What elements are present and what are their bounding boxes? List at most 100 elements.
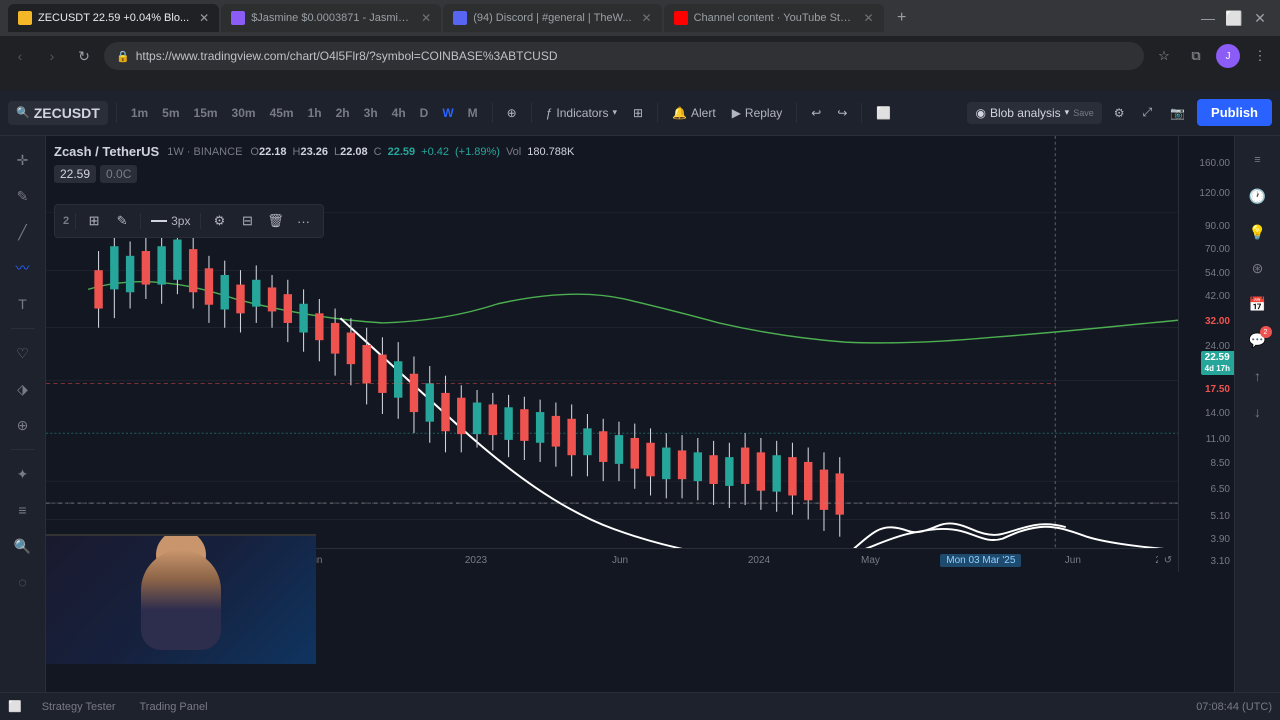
trading-panel-tab[interactable]: Trading Panel	[135, 701, 211, 713]
pattern-tool[interactable]: ♡	[7, 337, 39, 369]
crosshair-tool[interactable]: ✛	[7, 144, 39, 176]
active-tool[interactable]: 🔍	[7, 530, 39, 562]
text-tool[interactable]: T	[7, 288, 39, 320]
alert-button[interactable]: 🔔 Alert	[666, 99, 722, 127]
tf-45m[interactable]: 45m	[264, 103, 300, 123]
profile-button[interactable]: J	[1216, 44, 1240, 68]
draw-counter: 2	[63, 215, 69, 227]
extensions-button[interactable]: ⧉	[1184, 44, 1208, 68]
refresh-button[interactable]: ↻	[72, 44, 96, 68]
calendar-btn[interactable]: 📅	[1242, 288, 1274, 320]
restore-button[interactable]: ⬜	[1222, 6, 1246, 30]
replay-icon: ▶	[732, 106, 741, 120]
tf-4h[interactable]: 4h	[386, 103, 412, 123]
star-button[interactable]: ☆	[1152, 44, 1176, 68]
tf-2h[interactable]: 2h	[330, 103, 356, 123]
tf-15m[interactable]: 15m	[188, 103, 224, 123]
brush-tool[interactable]: 〰	[7, 252, 39, 284]
tab-discord[interactable]: (94) Discord | #general | TheW... ✕	[443, 4, 661, 32]
menu-button[interactable]: ⋮	[1248, 44, 1272, 68]
tf-m[interactable]: M	[462, 103, 484, 123]
publish-button[interactable]: Publish	[1197, 99, 1272, 126]
chevron-down-icon: ▾	[612, 107, 617, 118]
blob-analysis-button[interactable]: ◉ Blob analysis ▾ Save	[967, 102, 1101, 124]
clock-btn[interactable]: 🕐	[1242, 180, 1274, 212]
indicators-button[interactable]: ƒ Indicators ▾	[540, 99, 623, 127]
strategy-tester-tab[interactable]: Strategy Tester	[38, 701, 120, 713]
timeframe-section: 1m 5m 15m 30m 45m 1h 2h 3h 4h D W M	[125, 103, 484, 123]
time-jun-2025: Jun	[1065, 555, 1081, 566]
tf-d[interactable]: D	[414, 103, 435, 123]
symbol-name: ZECUSDT	[34, 105, 100, 121]
arrow-down-btn[interactable]: ↓	[1242, 396, 1274, 428]
tab-label-discord: (94) Discord | #general | TheW...	[473, 12, 631, 24]
back-button[interactable]: ‹	[8, 44, 32, 68]
time-2024: 2024	[748, 555, 770, 566]
chat-btn[interactable]: 💬 2	[1242, 324, 1274, 356]
redo-button[interactable]: ↪	[831, 99, 853, 127]
person-body	[141, 550, 221, 650]
bottom-drawer-btn[interactable]: ⬜	[8, 700, 22, 713]
navigation-bar: ‹ › ↻ 🔒 https://www.tradingview.com/char…	[0, 36, 1280, 76]
tab-close-youtube[interactable]: ✕	[864, 11, 874, 25]
address-bar[interactable]: 🔒 https://www.tradingview.com/chart/O4l5…	[104, 42, 1144, 70]
line-tool[interactable]: ╱	[7, 216, 39, 248]
camera-button[interactable]: 📷	[1164, 99, 1191, 127]
compare-button[interactable]: ⊕	[501, 99, 523, 127]
ohlcv-display: O22.18 H23.26 L22.08 C 22.59 +0.42 (+1.8…	[250, 146, 574, 158]
tab-close-jasmine[interactable]: ✕	[421, 11, 431, 25]
tab-favicon-youtube	[674, 11, 688, 25]
tab-close-zec[interactable]: ✕	[199, 11, 209, 25]
settings-button[interactable]: ⚙	[1108, 99, 1131, 127]
time-jun-2023: Jun	[612, 555, 628, 566]
select-draw-btn[interactable]: ⊞	[82, 209, 106, 233]
draw-more-btn[interactable]: ···	[291, 209, 315, 233]
minimize-button[interactable]: —	[1196, 6, 1220, 30]
tf-30m[interactable]: 30m	[226, 103, 262, 123]
tf-w[interactable]: W	[436, 103, 459, 123]
line-thickness-select[interactable]: 3px	[147, 212, 194, 230]
tab-favicon-zec	[18, 11, 32, 25]
tf-5m[interactable]: 5m	[156, 103, 185, 123]
timezone-reset-btn[interactable]: ↺	[1158, 548, 1178, 572]
fib-tool[interactable]: ≡	[7, 494, 39, 526]
draw-delete-btn[interactable]: 🗑	[263, 209, 287, 233]
replay-button[interactable]: ▶ Replay	[726, 99, 789, 127]
draw-sep-1	[75, 213, 76, 229]
measure-tool[interactable]: ⬗	[7, 373, 39, 405]
arrow-up-btn[interactable]: ↑	[1242, 360, 1274, 392]
tf-3h[interactable]: 3h	[358, 103, 384, 123]
undo-button[interactable]: ↩	[805, 99, 827, 127]
left-sidebar: ✛ ✎ ╱ 〰 T ♡ ⬗ ⊕ ✦ ≡ 🔍 ◌	[0, 136, 46, 692]
chart-symbol-full: Zcash / TetherUS	[54, 144, 159, 159]
new-tab-button[interactable]: +	[890, 6, 914, 30]
tf-1h[interactable]: 1h	[302, 103, 328, 123]
symbol-search[interactable]: 🔍 ZECUSDT	[8, 101, 108, 125]
layout-button[interactable]: ⊞	[627, 99, 649, 127]
eraser-tool[interactable]: ◌	[7, 566, 39, 598]
magnet-tool[interactable]: ✦	[7, 458, 39, 490]
tf-1m[interactable]: 1m	[125, 103, 154, 123]
close-button[interactable]: ✕	[1248, 6, 1272, 30]
screener-btn[interactable]: ⊛	[1242, 252, 1274, 284]
screenshot-button[interactable]: ⬜	[870, 99, 897, 127]
price-32: 32.00	[1205, 316, 1230, 327]
forward-button[interactable]: ›	[40, 44, 64, 68]
tab-youtube[interactable]: Channel content · YouTube Stu... ✕	[664, 4, 884, 32]
sidebar-divider-2	[11, 449, 35, 450]
pencil-draw-btn[interactable]: ✎	[110, 209, 134, 233]
draw-tool[interactable]: ✎	[7, 180, 39, 212]
zoom-tool[interactable]: ⊕	[7, 409, 39, 441]
watchlist-btn[interactable]: ≡	[1242, 144, 1274, 176]
fullscreen-button[interactable]: ⤢	[1136, 99, 1158, 127]
tab-jasmine[interactable]: $Jasmine $0.0003871 - Jasmin... ✕	[221, 4, 441, 32]
url-text: https://www.tradingview.com/chart/O4l5Fl…	[136, 49, 558, 63]
draw-lock-btn[interactable]: ⊟	[235, 209, 259, 233]
tab-close-discord[interactable]: ✕	[642, 11, 652, 25]
price-17-50: 17.50	[1205, 384, 1230, 395]
tab-zec[interactable]: ZECUSDT 22.59 +0.04% Blo... ✕	[8, 4, 219, 32]
ideas-btn[interactable]: 💡	[1242, 216, 1274, 248]
thickness-value: 3px	[171, 214, 190, 228]
draw-settings-btn[interactable]: ⚙	[207, 209, 231, 233]
tab-favicon-discord	[453, 11, 467, 25]
